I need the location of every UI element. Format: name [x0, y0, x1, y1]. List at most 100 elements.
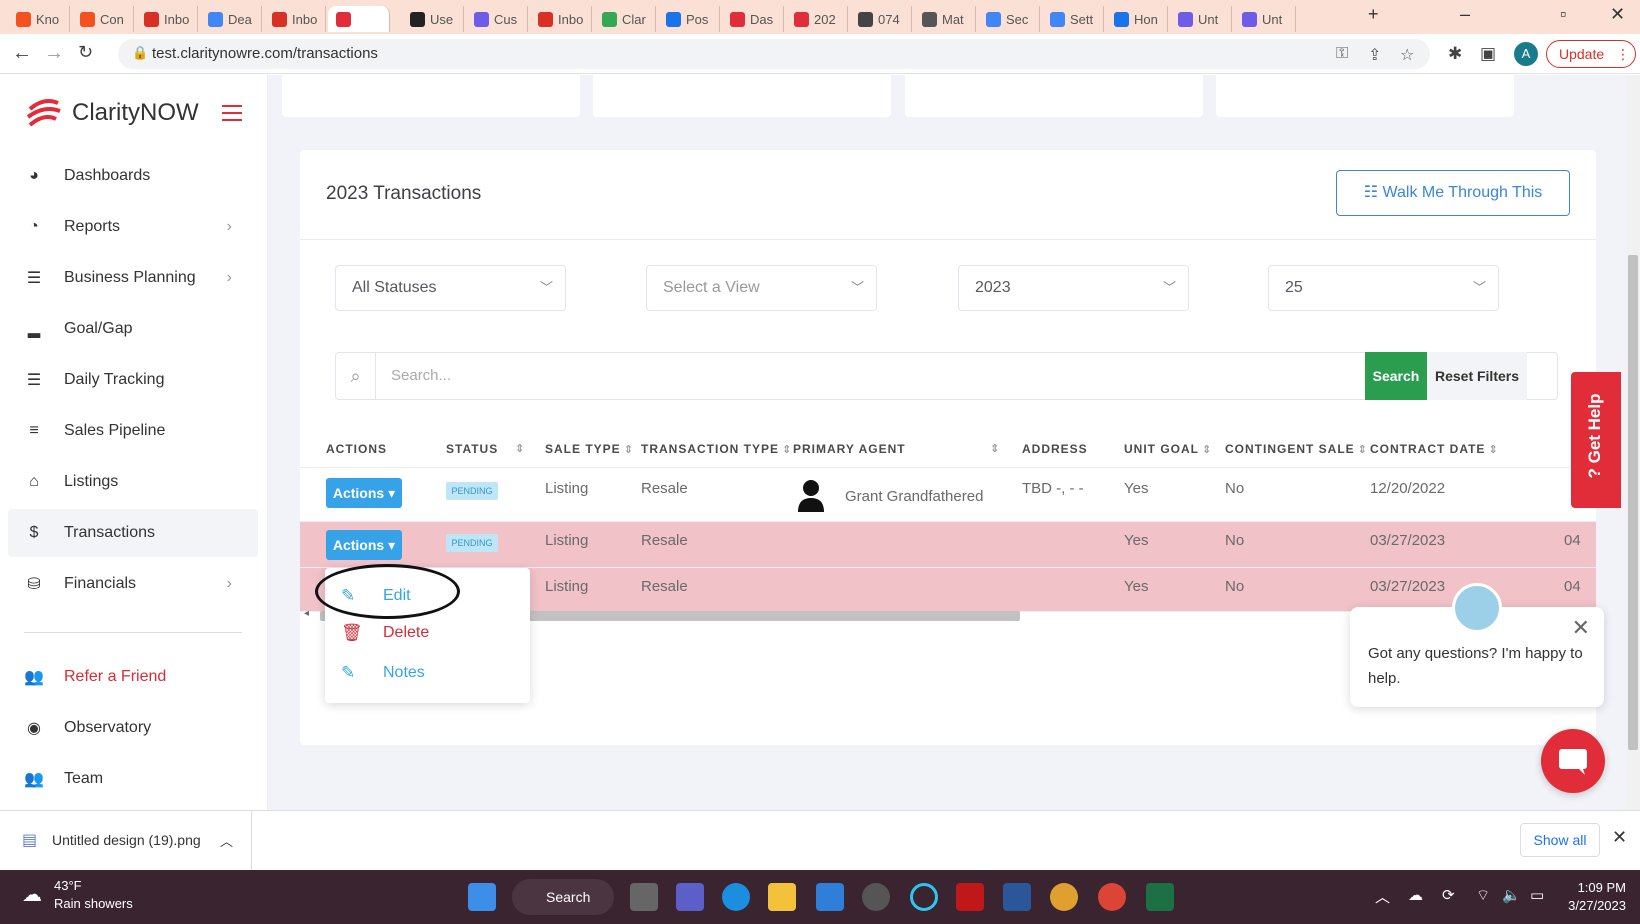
browser-tab[interactable]: Kno	[8, 6, 70, 32]
star-icon[interactable]: ☆	[1400, 45, 1414, 65]
sidebar-item-dashboards[interactable]: ◕ Dashboards	[8, 152, 258, 200]
dropdown-item-notes[interactable]: ✎ Notes	[341, 663, 425, 683]
excel-icon[interactable]	[1146, 883, 1174, 911]
update-button[interactable]: Update ⋮	[1546, 40, 1636, 68]
forward-icon[interactable]: →	[44, 42, 64, 65]
browser-tab[interactable]: Hon	[1106, 6, 1168, 32]
sidebar-item-listings[interactable]: ⌂ Listings	[8, 458, 258, 506]
dropdown-item-delete[interactable]: 🗑 Delete	[341, 623, 429, 643]
sidebar-item-sales-pipeline[interactable]: ≡ Sales Pipeline	[8, 407, 258, 455]
chat-launcher-button[interactable]	[1541, 729, 1605, 793]
mail-icon[interactable]	[816, 883, 844, 911]
scrollbar-thumb[interactable]	[1628, 255, 1638, 750]
search-button[interactable]: Search	[1365, 352, 1427, 400]
walk-me-through-button[interactable]: ☷ Walk Me Through This	[1336, 170, 1570, 216]
extensions-icon[interactable]: ✱	[1448, 44, 1462, 64]
task-view-icon[interactable]	[630, 883, 658, 911]
url-text[interactable]: test.claritynowre.com/transactions	[152, 45, 378, 62]
year-select[interactable]: 2023 ﹀	[958, 265, 1189, 311]
hamburger-menu-icon[interactable]	[222, 105, 242, 126]
browser-tab[interactable]: Dea	[200, 6, 262, 32]
browser-tab[interactable]	[328, 6, 390, 32]
browser-tab[interactable]: Use	[402, 6, 464, 32]
lock-icon[interactable]: 🔒	[132, 45, 148, 61]
sidebar-item-team[interactable]: 👥 Team	[8, 755, 258, 803]
chrome-icon[interactable]	[1098, 883, 1126, 911]
browser-tab[interactable]: Inbo	[264, 6, 326, 32]
minimize-icon[interactable]: –	[1460, 4, 1470, 25]
windows-start-icon[interactable]	[468, 883, 496, 911]
dell-icon[interactable]	[862, 883, 890, 911]
browser-tab[interactable]: Con	[72, 6, 134, 32]
sort-icon[interactable]: ⇕	[1202, 444, 1212, 456]
close-icon[interactable]: ✕	[1612, 827, 1627, 848]
browser-tab[interactable]: Cus	[466, 6, 528, 32]
file-explorer-icon[interactable]	[768, 883, 796, 911]
chevron-up-icon[interactable]: ︿	[1375, 886, 1390, 907]
column-header[interactable]: SALE TYPE ⇕	[545, 442, 634, 456]
browser-tab[interactable]: Das	[722, 6, 784, 32]
browser-tab[interactable]: Unt	[1170, 6, 1232, 32]
profile-avatar[interactable]: A	[1514, 42, 1538, 66]
teams-icon[interactable]	[676, 883, 704, 911]
sort-icon[interactable]: ⇕	[1358, 444, 1368, 456]
sidebar-item-financials[interactable]: ⛁ Financials ›	[8, 560, 258, 608]
actions-button[interactable]: Actions ▾	[326, 478, 402, 508]
browser-tab[interactable]: Sett	[1042, 6, 1104, 32]
browser-tab[interactable]: Inbo	[530, 6, 592, 32]
column-header[interactable]: CONTRACT DATE ⇕	[1370, 442, 1499, 456]
reset-filters-button[interactable]: Reset Filters	[1427, 352, 1527, 400]
sort-icon[interactable]: ⇕	[624, 444, 634, 456]
column-header[interactable]: STATUS ⇕	[446, 442, 524, 456]
page-size-select[interactable]: 25 ﹀	[1268, 265, 1499, 311]
get-help-tab[interactable]: ? Get Help	[1571, 372, 1621, 508]
chevron-up-icon[interactable]: ︿	[220, 831, 233, 850]
download-item[interactable]: ▤ Untitled design (19).png ︿	[0, 811, 252, 871]
browser-tab[interactable]: Pos	[658, 6, 720, 32]
side-panel-icon[interactable]: ▣	[1480, 44, 1496, 64]
word-icon[interactable]	[1003, 883, 1031, 911]
status-filter-select[interactable]: All Statuses ﹀	[335, 265, 566, 311]
sort-icon[interactable]: ⇕	[515, 442, 525, 455]
browser-tab[interactable]: 202	[786, 6, 848, 32]
volume-icon[interactable]: 🔈	[1502, 886, 1521, 904]
share-icon[interactable]: ⇪	[1368, 45, 1381, 65]
sort-icon[interactable]: ⇕	[990, 442, 1000, 455]
sort-icon[interactable]: ⇕	[1488, 444, 1498, 456]
actions-button[interactable]: Actions ▾	[326, 530, 402, 560]
sidebar-item-observatory[interactable]: ◉ Observatory	[8, 704, 258, 752]
sidebar-item-daily-tracking[interactable]: ☰ Daily Tracking	[8, 356, 258, 404]
sort-icon[interactable]: ⇕	[782, 444, 792, 456]
system-clock[interactable]: 1:09 PM 3/27/2023	[1560, 879, 1626, 915]
brand-logo[interactable]: ClarityNOW	[24, 95, 199, 131]
scroll-left-icon[interactable]: ◂	[304, 608, 309, 619]
column-header[interactable]: TRANSACTION TYPE ⇕	[641, 442, 792, 456]
column-header[interactable]: CONTINGENT SALE ⇕	[1225, 442, 1368, 456]
sidebar-item-transactions[interactable]: $ Transactions	[8, 509, 258, 557]
browser-tab[interactable]: Clar	[594, 6, 656, 32]
maximize-icon[interactable]: ▫	[1560, 4, 1566, 25]
browser-tab[interactable]: Inbo	[136, 6, 198, 32]
new-tab-icon[interactable]: +	[1368, 4, 1379, 25]
cortana-icon[interactable]	[910, 883, 938, 911]
browser-tab[interactable]: Mat	[914, 6, 976, 32]
sidebar-item-refer-a-friend[interactable]: 👥 Refer a Friend	[8, 653, 258, 701]
show-all-button[interactable]: Show all	[1520, 823, 1600, 857]
edge-icon[interactable]	[722, 883, 750, 911]
address-bar[interactable]: 🔒 test.claritynowre.com/transactions ⚿ ⇪…	[118, 39, 1430, 69]
key-icon[interactable]: ⚿	[1336, 45, 1348, 63]
wifi-icon[interactable]: ⌔	[1476, 886, 1490, 905]
column-header[interactable]: UNIT GOAL ⇕	[1124, 442, 1212, 456]
close-window-icon[interactable]: ✕	[1610, 4, 1625, 25]
slack-icon[interactable]	[1050, 883, 1078, 911]
sidebar-item-business-planning[interactable]: ☰ Business Planning ›	[8, 254, 258, 302]
vertical-scrollbar[interactable]	[1626, 75, 1640, 810]
sidebar-item-reports[interactable]: ◔ Reports ›	[8, 203, 258, 251]
reload-icon[interactable]: ↻	[78, 42, 93, 63]
view-select[interactable]: Select a View ﹀	[646, 265, 877, 311]
mcafee-icon[interactable]	[956, 883, 984, 911]
browser-tab[interactable]: 074	[850, 6, 912, 32]
browser-tab[interactable]: Sec	[978, 6, 1040, 32]
close-icon[interactable]: ✕	[1572, 615, 1590, 641]
back-icon[interactable]: ←	[12, 42, 32, 65]
